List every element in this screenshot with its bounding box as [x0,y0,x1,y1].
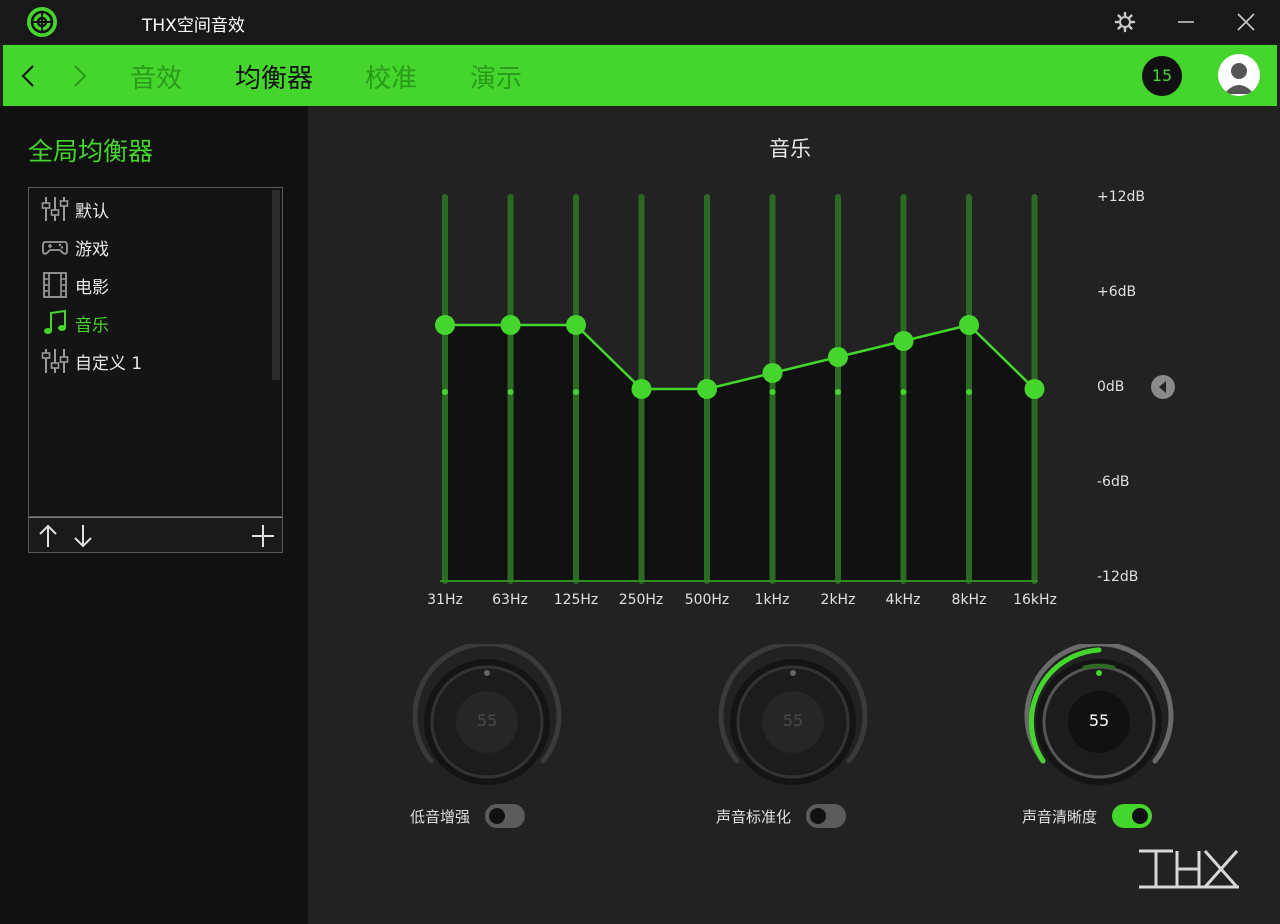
band-label: 31Hz [427,592,463,608]
eq-fill-area [445,325,1035,581]
eq-band-handle-4kHz[interactable] [893,331,914,351]
notification-badge[interactable]: 15 [1142,56,1182,96]
band-label: 4kHz [885,592,921,608]
minimize-icon[interactable] [1172,8,1200,36]
band-label: 250Hz [618,592,664,608]
sliders-icon [41,197,69,221]
eq-band-handle-16kHz[interactable] [1024,379,1045,399]
band-label: 16kHz [1013,592,1057,608]
normalization-value: 55 [782,711,804,730]
bass-boost-knob[interactable]: 55 [409,641,565,800]
music-note-icon [44,309,66,334]
eq-band-handle-63Hz[interactable] [500,315,521,335]
normalization-toggle[interactable] [806,804,846,828]
preset-label: 自定义 1 [75,354,143,374]
eq-title: 音乐 [769,137,811,161]
bass-toggle-row: 低音增强 [410,803,540,829]
normalization-toggle-row: 声音标准化 [716,803,856,829]
eq-band-handle-8kHz[interactable] [959,315,979,335]
db-label: -12dB [1097,569,1139,585]
eq-band-handle-2kHz[interactable] [828,347,848,367]
film-icon [43,272,67,298]
reset-eq-icon[interactable] [1150,374,1176,400]
db-label: 0dB [1097,379,1125,395]
preset-label: 电影 [75,278,109,298]
preset-item-movie[interactable]: 电影 [41,267,261,301]
eq-zero-marker [966,389,972,395]
preset-label: 音乐 [75,316,109,336]
tab-equalizer[interactable]: 均衡器 [235,58,313,95]
clarity-value: 55 [1088,711,1110,730]
preset-label: 游戏 [75,240,109,260]
close-icon[interactable] [1232,8,1260,36]
band-label: 8kHz [951,592,987,608]
eq-zero-marker [507,389,514,395]
clarity-knob[interactable]: 55 [1021,641,1177,800]
title-bar: THX空间音效 [0,0,1280,44]
bass-label: 低音增强 [410,808,471,826]
normalization-knob[interactable]: 55 [715,641,871,800]
gear-icon[interactable] [1111,8,1139,36]
move-down-icon[interactable] [69,522,97,550]
razer-logo-icon [27,7,57,37]
preset-item-game[interactable]: 游戏 [41,229,261,263]
eq-band-handle-500Hz[interactable] [697,379,717,399]
band-label: 2kHz [820,592,856,608]
band-label: 63Hz [492,592,528,608]
clarity-label: 声音清晰度 [1022,808,1098,826]
preset-item-default[interactable]: 默认 [41,191,261,225]
eq-band-handle-1kHz[interactable] [762,363,783,383]
eq-zero-marker [573,389,579,395]
bass-value: 55 [476,711,498,730]
tab-sound[interactable]: 音效 [130,58,182,95]
equalizer-graph[interactable] [430,185,1055,590]
add-icon[interactable] [249,522,277,550]
eq-band-handle-125Hz[interactable] [566,315,586,335]
sidebar-title: 全局均衡器 [28,137,154,166]
app-title: THX空间音效 [142,16,245,36]
db-label: +12dB [1097,189,1146,205]
db-label: +6dB [1097,284,1137,300]
gamepad-icon [42,241,68,255]
preset-list: 默认 游戏 电影 音乐 自定义 1 [28,187,283,517]
preset-item-custom-1[interactable]: 自定义 1 [41,343,261,377]
preset-toolbar [28,517,283,553]
normalization-label: 声音标准化 [716,808,792,826]
avatar[interactable] [1218,54,1260,96]
move-up-icon[interactable] [34,522,62,550]
tab-calibration[interactable]: 校准 [365,58,417,95]
eq-band-handle-31Hz[interactable] [435,315,455,335]
eq-zero-marker [835,389,841,395]
preset-scrollbar[interactable] [272,190,280,380]
band-label: 1kHz [754,592,790,608]
eq-band-handle-250Hz[interactable] [631,379,652,399]
sliders-icon [41,349,69,373]
band-label: 125Hz [553,592,599,608]
navigation-bar: 音效 均衡器 校准 演示 15 [3,45,1277,106]
band-label: 500Hz [684,592,730,608]
thx-logo [1139,849,1239,889]
tab-demo[interactable]: 演示 [470,58,522,95]
eq-zero-marker [769,389,776,395]
bass-toggle[interactable] [485,804,525,828]
sidebar: 全局均衡器 默认 游戏 电影 音乐 自定义 1 [0,106,308,924]
clarity-toggle-row: 声音清晰度 [1022,803,1162,829]
db-label: -6dB [1097,474,1130,490]
eq-zero-marker [442,389,448,395]
user-icon [1224,63,1254,94]
forward-arrow-icon[interactable] [65,61,93,91]
preset-label: 默认 [75,202,109,222]
eq-zero-marker [900,389,907,395]
back-arrow-icon[interactable] [15,61,43,91]
preset-item-music[interactable]: 音乐 [41,305,261,339]
clarity-toggle[interactable] [1112,804,1152,828]
